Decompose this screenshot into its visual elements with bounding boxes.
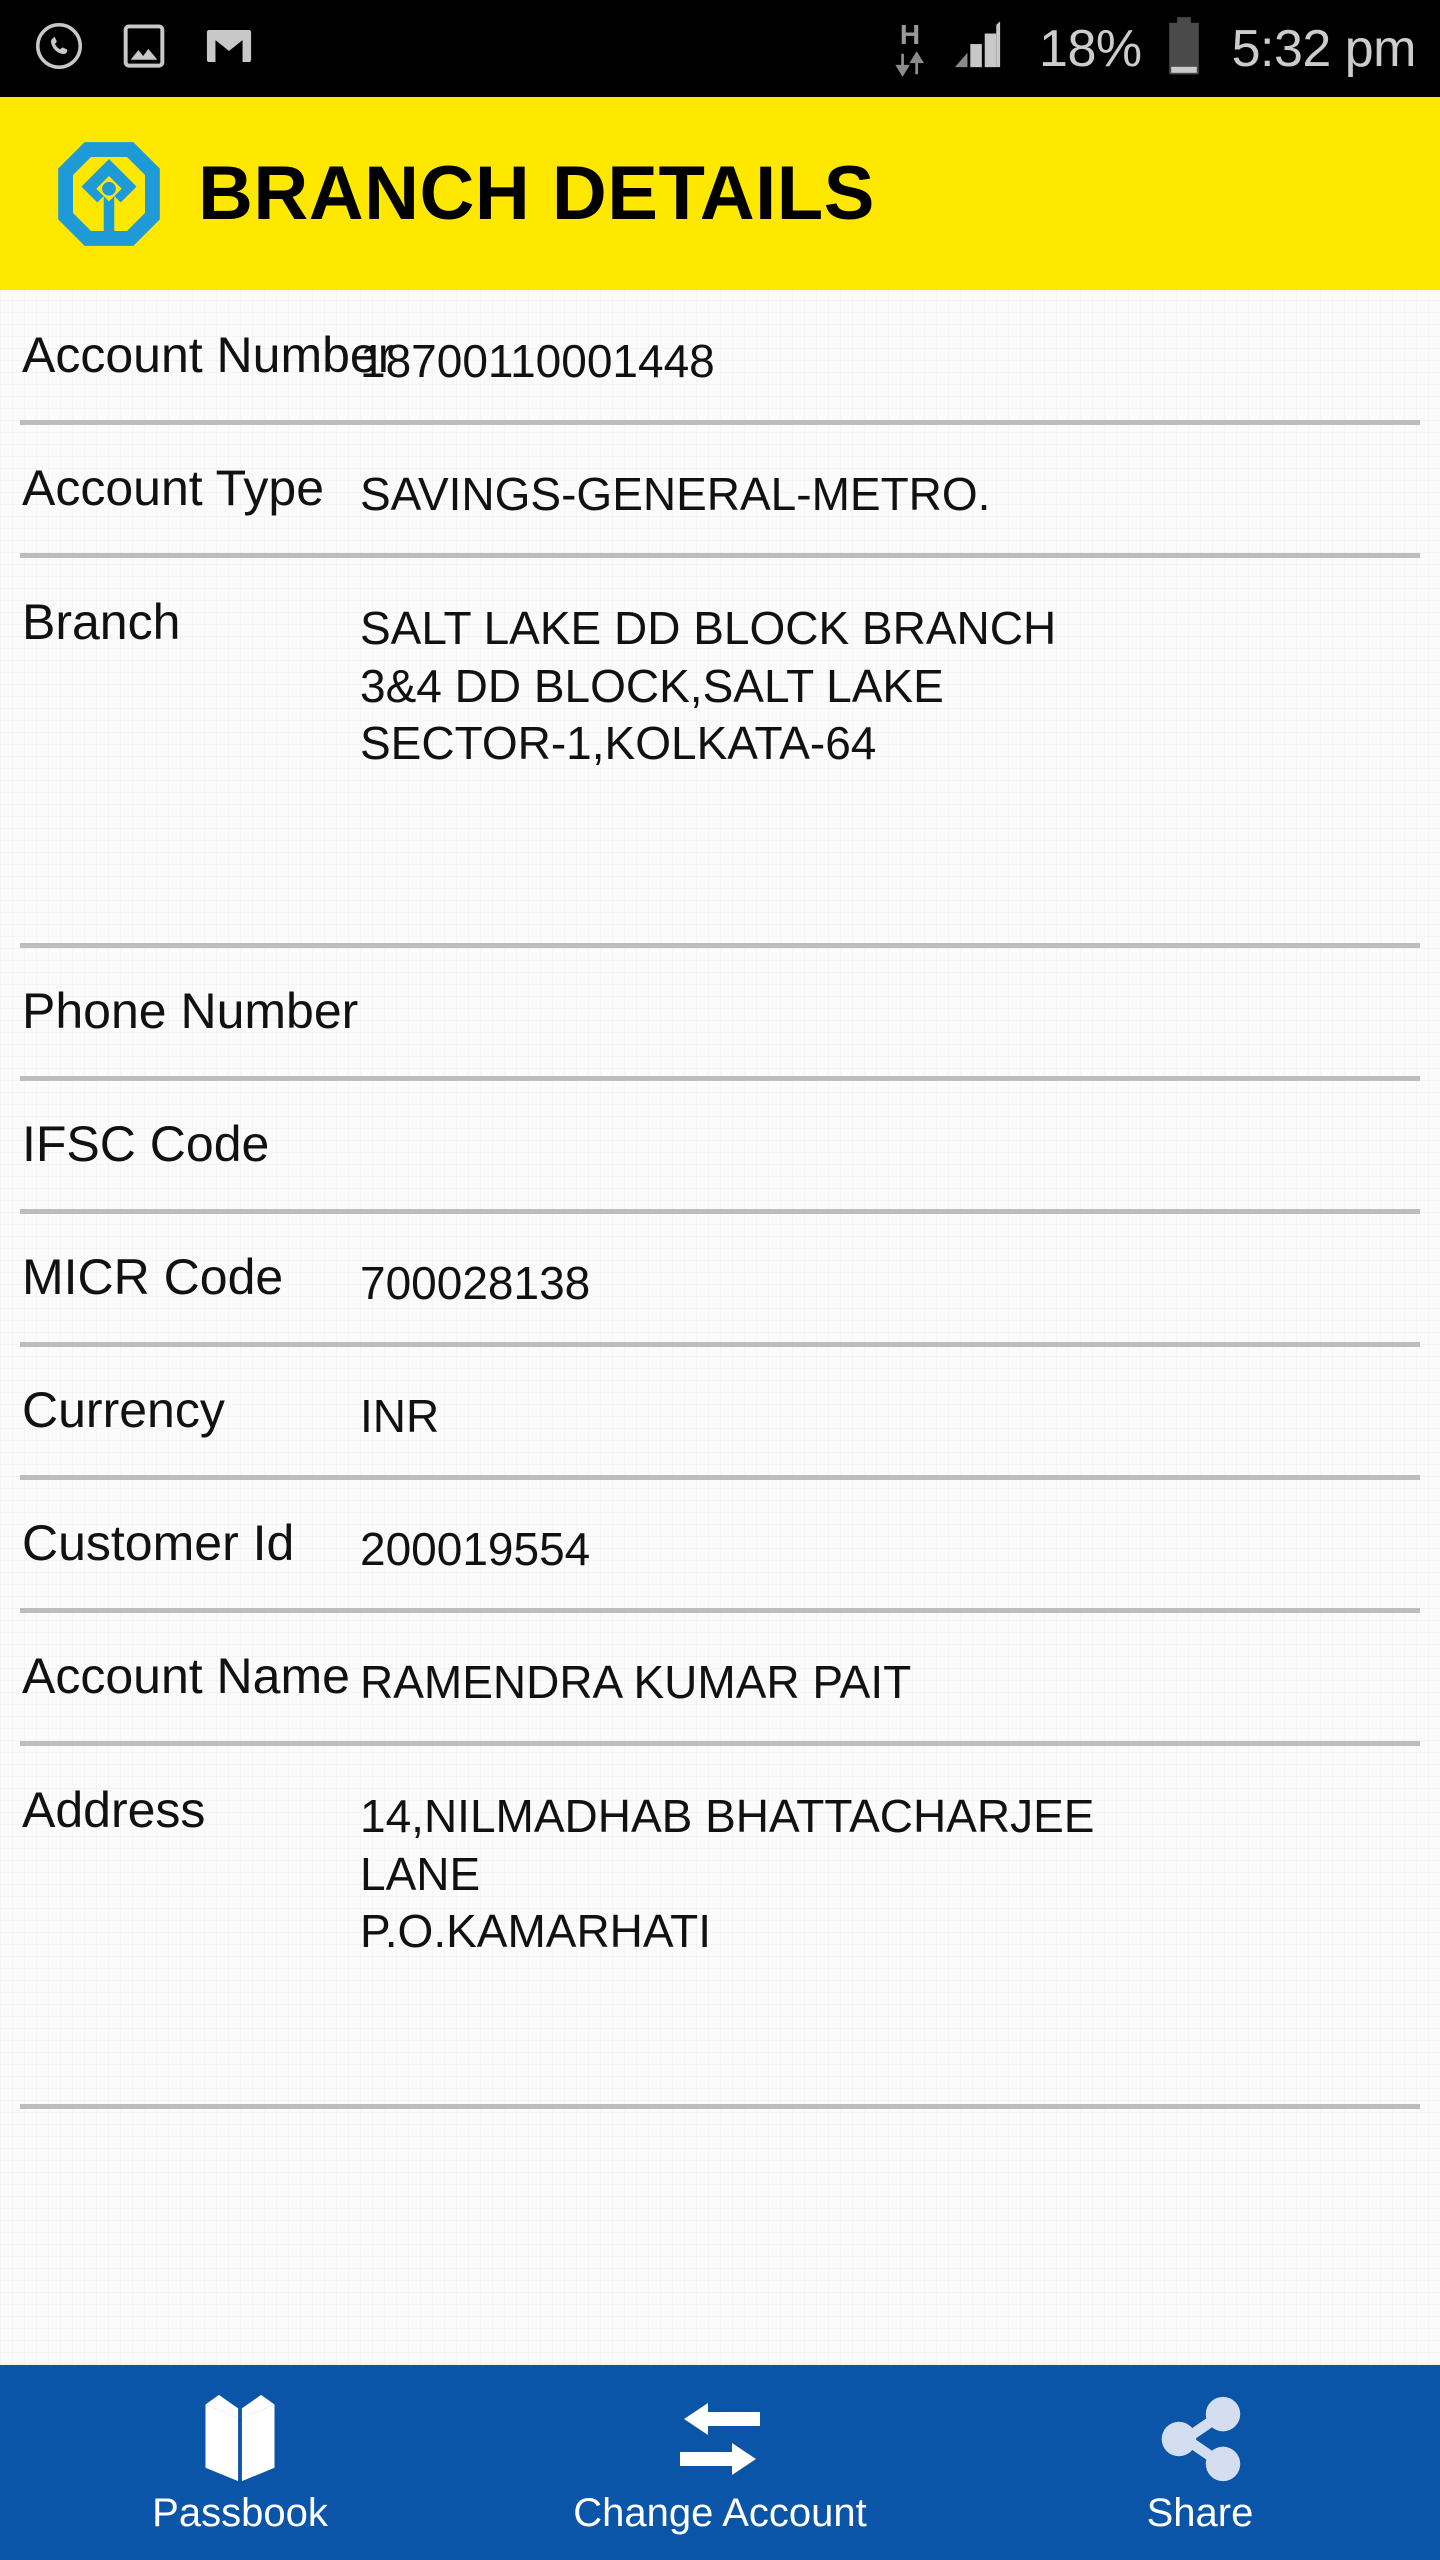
status-notification-icons (34, 21, 254, 76)
row-label: Branch (22, 594, 181, 650)
row-value: 18700110001448 (360, 335, 715, 387)
row-label: Currency (22, 1382, 225, 1438)
table-row: Account Type SAVINGS-GENERAL-METRO. (0, 425, 1440, 553)
phone-screen: H 18% 5:32 pm BRANCH DETAILS Account Num… (0, 0, 1440, 2560)
nav-label: Share (1146, 2491, 1254, 2535)
status-clock: 5:32 pm (1231, 19, 1417, 78)
table-row: Currency INR (0, 1347, 1440, 1475)
nav-item-passbook[interactable]: Passbook (0, 2365, 480, 2560)
nav-item-share[interactable]: Share (960, 2365, 1440, 2560)
table-row: Phone Number (0, 948, 1440, 1076)
row-label: MICR Code (22, 1249, 284, 1305)
row-value: INR (360, 1390, 440, 1442)
table-row: Address 14,NILMADHAB BHATTACHARJEE LANE … (0, 1746, 1440, 2104)
data-network-hspa-icon: H (895, 18, 925, 80)
row-label: IFSC Code (22, 1116, 270, 1172)
gallery-image-icon (120, 21, 168, 76)
status-bar: H 18% 5:32 pm (0, 0, 1440, 97)
row-label: Phone Number (22, 983, 359, 1039)
data-network-letter: H (899, 18, 921, 50)
whatsapp-icon (34, 21, 84, 76)
row-label: Account Type (22, 460, 325, 516)
exchange-arrows-icon (672, 2393, 768, 2485)
share-nodes-icon (1155, 2393, 1245, 2485)
row-value: RAMENDRA KUMAR PAIT (360, 1656, 912, 1708)
signal-bars-icon (949, 21, 1007, 76)
table-row: Account Name RAMENDRA KUMAR PAIT (0, 1613, 1440, 1741)
app-header: BRANCH DETAILS (0, 97, 1440, 290)
row-value: 200019554 (360, 1523, 591, 1575)
open-book-icon (195, 2393, 285, 2485)
battery-low-icon (1166, 16, 1202, 81)
row-label: Address (22, 1782, 206, 1838)
row-label: Customer Id (22, 1515, 295, 1571)
row-divider (20, 2104, 1420, 2109)
row-value: SALT LAKE DD BLOCK BRANCH 3&4 DD BLOCK,S… (360, 602, 1057, 769)
table-row: MICR Code 700028138 (0, 1214, 1440, 1342)
row-label: Account Name (22, 1648, 350, 1704)
row-value: SAVINGS-GENERAL-METRO. (360, 468, 991, 520)
page-title: BRANCH DETAILS (198, 150, 875, 236)
table-row: IFSC Code (0, 1081, 1440, 1209)
row-value (360, 1118, 1420, 1122)
nav-item-change-account[interactable]: Change Account (480, 2365, 960, 2560)
row-label: Account Number (22, 327, 395, 383)
up-down-arrows-icon (895, 50, 925, 77)
row-value: 14,NILMADHAB BHATTACHARJEE LANE P.O.KAMA… (360, 1790, 1095, 1957)
table-row: Account Number 18700110001448 (0, 290, 1440, 420)
battery-percent-label: 18% (1039, 19, 1142, 78)
status-system-icons: H 18% 5:32 pm (895, 16, 1417, 81)
bank-of-india-logo (56, 140, 162, 248)
row-value: 700028138 (360, 1257, 591, 1309)
table-row: Customer Id 200019554 (0, 1480, 1440, 1608)
row-value (360, 985, 1420, 989)
nav-label: Passbook (152, 2491, 328, 2535)
nav-label: Change Account (573, 2491, 867, 2535)
bottom-navigation-bar: Passbook Change Account Share (0, 2365, 1440, 2560)
table-row: Branch SALT LAKE DD BLOCK BRANCH 3&4 DD … (0, 558, 1440, 943)
branch-details-list[interactable]: Account Number 18700110001448 Account Ty… (0, 290, 1440, 2365)
gmail-icon (204, 21, 254, 76)
